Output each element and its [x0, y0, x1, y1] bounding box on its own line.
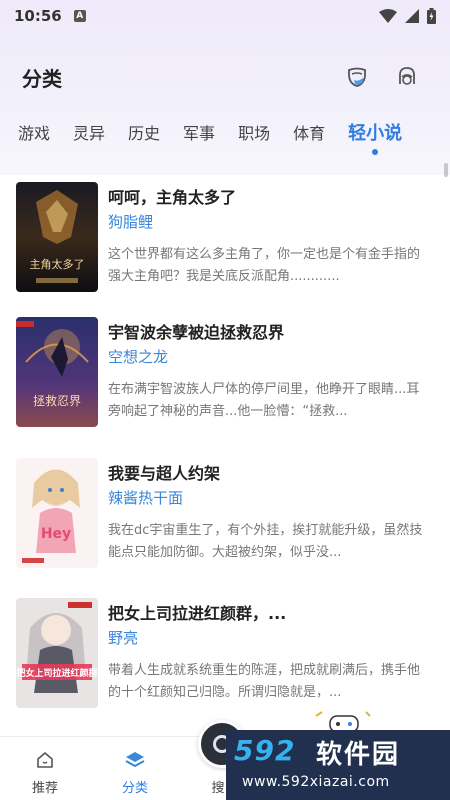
layers-icon: [124, 749, 146, 771]
page-title: 分类: [22, 66, 62, 91]
profile-icon[interactable]: [394, 64, 420, 90]
book-description: 带着人生成就系统重生的陈涯，把成就刷满后，携手他的十个红颜知己归隐。所谓归隐就是…: [108, 663, 421, 700]
scrollbar[interactable]: [444, 163, 448, 177]
book-author[interactable]: 狗脂鲤: [108, 211, 153, 232]
book-description: 这个世界都有这么多主角了，你一定也是个有金手指的强大主角吧？我是关底反派配角..…: [108, 247, 421, 284]
tab-youxi[interactable]: 游戏: [18, 120, 50, 144]
nav-category-label: 分类: [121, 781, 148, 796]
tab-qingxiaoshuo-label: 轻小说: [348, 123, 403, 144]
book-title: 呵呵，主角太多了: [108, 188, 237, 207]
nav-recommend[interactable]: 推荐: [10, 737, 80, 800]
tab-junshi[interactable]: 军事: [183, 120, 215, 144]
book-author[interactable]: 空想之龙: [108, 346, 168, 367]
book-author[interactable]: 辣酱热干面: [108, 487, 183, 508]
list-item[interactable]: Hey 我要与超人约架 辣酱热干面 我在dc宇宙重生了，有个外挂，挨打就能升级，…: [0, 454, 450, 574]
tab-qingxiaoshuo[interactable]: 轻小说: [348, 119, 403, 155]
status-icons: [379, 8, 436, 24]
battery-icon: [427, 8, 436, 24]
book-description: 我在dc宇宙重生了，有个外挂，挨打就能升级，虽然技能点只能加防御。大超被约架，似…: [108, 523, 423, 560]
book-cover: 拯救忍界: [16, 317, 98, 427]
nav-recommend-label: 推荐: [31, 781, 58, 796]
tab-lingyi[interactable]: 灵异: [73, 120, 105, 144]
book-cover: Hey: [16, 458, 98, 568]
active-tab-indicator: [372, 149, 379, 155]
watermark-logo: 592 软件园 www.592xiazai.com: [226, 730, 450, 800]
signal-icon: [405, 9, 419, 23]
home-icon: [34, 749, 56, 771]
book-title: 把女上司拉进红颜群，...: [108, 604, 287, 623]
notification-icon: A: [73, 10, 86, 22]
svg-text:主角太多了: 主角太多了: [30, 257, 85, 271]
svg-text:Hey: Hey: [41, 526, 71, 542]
wifi-icon: [379, 9, 397, 23]
book-cover: 把女上司拉进红颜群: [16, 598, 98, 708]
book-title: 宇智波余孽被迫拯救忍界: [108, 323, 285, 342]
watermark-number: 592: [234, 734, 296, 767]
nav-search-label: 搜: [211, 781, 225, 796]
book-author[interactable]: 野亮: [108, 627, 138, 648]
list-item[interactable]: 把女上司拉进红颜群 把女上司拉进红颜群，... 野亮 带着人生成就系统重生的陈涯…: [0, 594, 450, 714]
svg-text:拯救忍界: 拯救忍界: [33, 393, 81, 408]
status-bar: 10:56 A: [0, 0, 450, 32]
book-description: 在布满宇智波族人尸体的停尸间里，他睁开了眼睛...耳旁响起了神秘的声音...他一…: [108, 382, 420, 419]
category-tabs: 游戏 灵异 历史 军事 职场 体育 轻小说: [0, 112, 450, 155]
status-time: 10:56: [14, 7, 62, 25]
nav-category[interactable]: 分类: [100, 737, 170, 800]
tab-zhichang[interactable]: 职场: [238, 120, 270, 144]
svg-text:把女上司拉进红颜群: 把女上司拉进红颜群: [16, 667, 97, 679]
watermark-brand: 软件园: [316, 740, 401, 770]
watermark-url: www.592xiazai.com: [242, 774, 390, 790]
list-item[interactable]: 拯救忍界 宇智波余孽被迫拯救忍界 空想之龙 在布满宇智波族人尸体的停尸间里，他睁…: [0, 313, 450, 433]
page-header: 分类: [0, 55, 450, 99]
book-title: 我要与超人约架: [108, 464, 221, 483]
shirt-icon[interactable]: [344, 64, 370, 90]
book-cover: 主角太多了: [16, 182, 98, 292]
list-item[interactable]: 主角太多了 呵呵，主角太多了 狗脂鲤 这个世界都有这么多主角了，你一定也是个有金…: [0, 178, 450, 298]
tab-lishi[interactable]: 历史: [128, 120, 160, 144]
tab-tiyu[interactable]: 体育: [293, 120, 325, 144]
